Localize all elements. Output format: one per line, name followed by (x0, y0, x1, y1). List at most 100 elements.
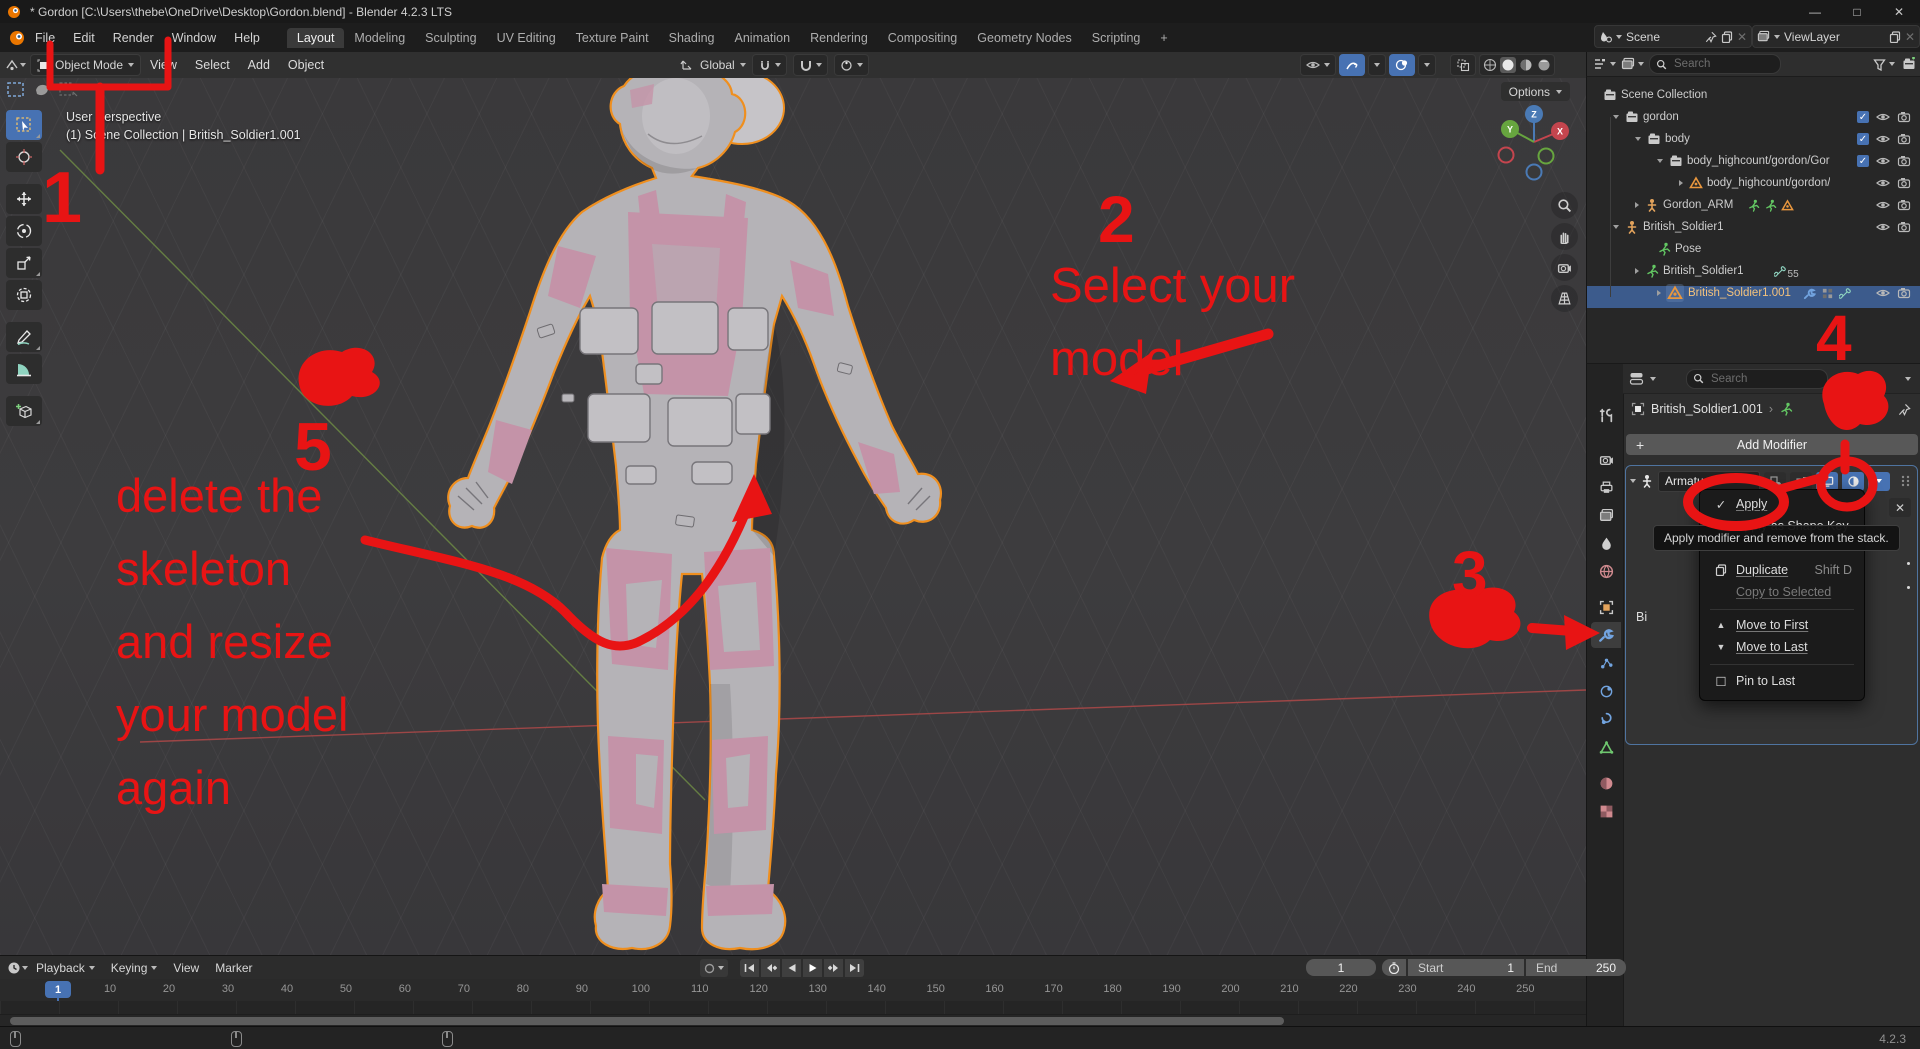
cage-display-toggle[interactable] (1790, 471, 1812, 491)
tab-object[interactable] (1591, 594, 1621, 620)
render-visibility-icon[interactable] (1897, 286, 1911, 300)
orientation-dropdown[interactable]: Global (700, 58, 746, 72)
menu-item-duplicate[interactable]: Duplicate Shift D (1704, 559, 1860, 581)
close-button[interactable]: ✕ (1878, 0, 1920, 23)
tool-cursor[interactable] (6, 142, 42, 172)
unlink-scene-icon[interactable]: ✕ (1737, 30, 1747, 44)
timeline-editor-icon[interactable] (6, 960, 22, 976)
proportional-edit-dropdown[interactable] (833, 54, 869, 76)
render-visibility-icon[interactable] (1897, 220, 1911, 234)
menu-render[interactable]: Render (104, 31, 163, 45)
expand-icon[interactable] (1630, 479, 1636, 483)
outliner-row-body-highcount-collection[interactable]: body_highcount/gordon/Gor (1657, 150, 1857, 172)
menu-item-copy-to-selected[interactable]: Copy to Selected (1704, 581, 1860, 603)
outliner-filter-mode-dropdown[interactable] (1621, 57, 1644, 71)
collection-checkbox[interactable]: ✓ (1857, 133, 1869, 145)
tab-material[interactable] (1591, 770, 1621, 796)
tab-render[interactable] (1591, 446, 1621, 472)
editor-type-icon[interactable] (4, 57, 20, 73)
timeline-scrollbar[interactable] (10, 1017, 1284, 1025)
tab-world[interactable] (1591, 558, 1621, 584)
tab-scene[interactable] (1591, 530, 1621, 556)
outliner-row-scene-collection[interactable]: Scene Collection (1603, 84, 1707, 106)
tool-add-cube[interactable] (6, 396, 42, 426)
workspace-tab-animation[interactable]: Animation (725, 28, 801, 48)
auto-keying-toggle[interactable] (700, 959, 728, 977)
start-frame-field[interactable]: Start 1 (1408, 959, 1524, 976)
tool-annotate[interactable] (6, 322, 42, 352)
copy-icon[interactable] (1721, 30, 1733, 43)
tab-physics[interactable] (1591, 678, 1621, 704)
tab-particles[interactable] (1591, 650, 1621, 676)
zoom-button[interactable] (1551, 192, 1578, 219)
eye-icon[interactable] (1876, 110, 1890, 124)
tab-view-layer[interactable] (1591, 502, 1621, 528)
workspace-tab-compositing[interactable]: Compositing (878, 28, 967, 48)
workspace-tab-uv-editing[interactable]: UV Editing (487, 28, 566, 48)
snap-target-dropdown[interactable] (751, 54, 787, 76)
expand-icon[interactable] (1635, 137, 1641, 141)
menu-item-move-to-last[interactable]: ▼ Move to Last (1704, 636, 1860, 658)
tab-output[interactable] (1591, 474, 1621, 500)
workspace-tab-modeling[interactable]: Modeling (344, 28, 415, 48)
properties-search-input[interactable] (1709, 371, 1803, 386)
realtime-display-toggle[interactable] (1816, 471, 1838, 491)
outliner-row-body-highcount-mesh[interactable]: body_highcount/gordon/ (1679, 172, 1859, 194)
chevron-down-icon[interactable] (1905, 376, 1911, 381)
minimize-button[interactable]: — (1794, 0, 1836, 23)
menu-item-move-to-first[interactable]: ▲ Move to First (1704, 614, 1860, 636)
tool-move[interactable] (6, 184, 42, 214)
add-workspace-button[interactable]: + (1150, 28, 1177, 48)
gizmo-minus-y-axis[interactable] (1537, 147, 1555, 165)
blender-app-icon[interactable] (8, 29, 26, 47)
camera-view-button[interactable] (1551, 254, 1578, 281)
overlays-toggle[interactable] (1389, 54, 1415, 76)
expand-icon[interactable] (1613, 115, 1619, 119)
pin-icon[interactable] (1705, 31, 1717, 43)
tool-measure[interactable] (6, 354, 42, 384)
outliner-search[interactable] (1649, 54, 1781, 74)
timeline-menu-view[interactable]: View (165, 961, 207, 975)
viewport-menu-object[interactable]: Object (279, 58, 333, 72)
outliner-search-input[interactable] (1672, 57, 1766, 71)
next-keyframe-button[interactable] (824, 959, 843, 977)
outliner-row-british-soldier1-001[interactable]: British_Soldier1.001 (1657, 282, 1852, 304)
timeline-menu-marker[interactable]: Marker (207, 961, 260, 975)
workspace-tab-texture-paint[interactable]: Texture Paint (566, 28, 659, 48)
workspace-tab-scripting[interactable]: Scripting (1082, 28, 1151, 48)
current-frame-field[interactable]: 1 (1306, 959, 1376, 976)
menu-file[interactable]: File (26, 31, 64, 45)
eye-icon[interactable] (1876, 154, 1890, 168)
model-british-soldier[interactable] (430, 78, 990, 955)
timeline-track-area[interactable] (0, 1001, 1586, 1015)
gizmos-toggle[interactable] (1339, 54, 1365, 76)
menu-edit[interactable]: Edit (64, 31, 104, 45)
timeline-menu-playback[interactable]: Playback (28, 961, 103, 975)
select-lasso-mode-icon[interactable] (32, 81, 52, 98)
menu-item-apply[interactable]: ✓ Apply (1704, 493, 1860, 515)
tab-texture[interactable] (1591, 798, 1621, 824)
menu-help[interactable]: Help (225, 31, 269, 45)
expand-icon[interactable] (1679, 180, 1683, 186)
overlays-dropdown[interactable] (1418, 54, 1436, 76)
shading-wireframe-button[interactable] (1482, 57, 1498, 73)
workspace-tab-sculpting[interactable]: Sculpting (415, 28, 486, 48)
gizmo-minus-x-axis[interactable] (1497, 146, 1515, 164)
viewport-3d[interactable]: User Perspective (1) Scene Collection | … (0, 78, 1586, 955)
play-reverse-button[interactable] (782, 959, 801, 977)
tab-tool[interactable] (1591, 402, 1621, 428)
menu-item-pin-to-last[interactable]: ☐ Pin to Last (1704, 670, 1860, 692)
viewlayer-selector[interactable]: ViewLayer ✕ (1752, 25, 1920, 48)
gizmos-dropdown[interactable] (1368, 54, 1386, 76)
select-circle-mode-icon[interactable] (58, 81, 78, 98)
viewport-menu-view[interactable]: View (141, 58, 186, 72)
options-dropdown[interactable]: Options (1500, 82, 1570, 101)
magnet-toggle[interactable] (792, 54, 828, 76)
outliner-row-body[interactable]: body (1635, 128, 1690, 150)
modifier-extras-dropdown[interactable] (1868, 471, 1890, 491)
expand-icon[interactable] (1635, 202, 1639, 208)
outliner-row-british-soldier1-data[interactable]: British_Soldier1 55 (1635, 260, 1799, 282)
perspective-toggle-button[interactable] (1551, 285, 1578, 312)
breadcrumb-object[interactable]: British_Soldier1.001 (1651, 402, 1763, 416)
menu-window[interactable]: Window (163, 31, 225, 45)
